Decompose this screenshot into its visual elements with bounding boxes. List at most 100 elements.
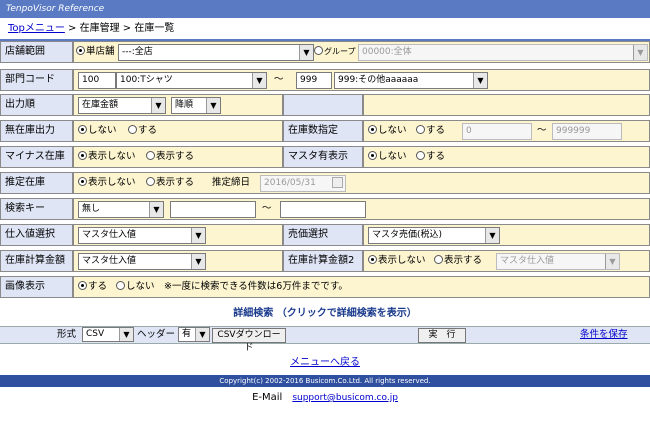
- output-order-blank-label: [283, 94, 363, 116]
- dept-from-code-input[interactable]: 100: [78, 72, 116, 89]
- radio-minus-stock-hide[interactable]: [78, 151, 87, 160]
- chevron-down-icon: ▼: [299, 45, 313, 60]
- chevron-down-icon: ▼: [206, 98, 220, 113]
- radio-stock-qty-no[interactable]: [368, 125, 377, 134]
- stock-amount-select[interactable]: マスタ仕入値 ▼: [78, 253, 206, 270]
- radio-stock-qty-yes[interactable]: [416, 125, 425, 134]
- store-range-value: 単店舗 ---:全店 ▼ グループ 00000:全体 ▼: [73, 41, 650, 63]
- header-select[interactable]: 有 ▼: [178, 327, 210, 342]
- radio-no-stock-no[interactable]: [78, 125, 87, 134]
- store-select[interactable]: ---:全店 ▼: [118, 44, 314, 61]
- stock-qty-tilde: ～: [537, 125, 547, 136]
- minus-stock-label: マイナス在庫: [0, 146, 73, 168]
- stock-qty-to-input[interactable]: 999999: [552, 123, 622, 140]
- chevron-down-icon: ▼: [633, 45, 647, 60]
- radio-image-no[interactable]: [116, 281, 125, 290]
- output-order-value: 在庫金額 ▼ 降順 ▼: [73, 94, 283, 116]
- sort-dir-select[interactable]: 降順 ▼: [171, 97, 221, 114]
- format-select[interactable]: CSV ▼: [82, 327, 134, 342]
- radio-master-exist-no[interactable]: [368, 151, 377, 160]
- no-stock-label: 無在庫出力: [0, 120, 73, 142]
- radio-image-yes[interactable]: [78, 281, 87, 290]
- radio-no-stock-yes[interactable]: [128, 125, 137, 134]
- calendar-icon[interactable]: [332, 177, 343, 188]
- minus-stock-option-show[interactable]: 表示する: [146, 147, 194, 167]
- image-display-value: する しない ※一度に検索できる件数は6万件までです。: [73, 276, 650, 298]
- master-exist-option-yes[interactable]: する: [416, 147, 445, 167]
- menu-back: メニューへ戻る: [0, 353, 650, 368]
- estimated-stock-value: 表示しない 表示する 推定締日 2016/05/31: [73, 172, 650, 194]
- stock-amount2-option-show[interactable]: 表示する: [434, 251, 482, 271]
- dept-to-code-input[interactable]: 999: [296, 72, 332, 89]
- row-price-select: 仕入値選択 マスタ仕入値 ▼ 売価選択 マスタ売価(税込) ▼: [0, 224, 650, 246]
- radio-stock-amount2-hide[interactable]: [368, 255, 377, 264]
- radio-single-store[interactable]: [76, 46, 85, 55]
- email-label: E-Mail: [252, 392, 283, 403]
- purchase-price-select[interactable]: マスタ仕入値 ▼: [78, 227, 206, 244]
- dept-from-select[interactable]: 100:Tシャツ ▼: [116, 72, 267, 89]
- estimated-option-show[interactable]: 表示する: [146, 173, 194, 193]
- row-stock-amount: 在庫計算金額 マスタ仕入値 ▼ 在庫計算金額2 表示しない 表示する マスタ仕入値…: [0, 250, 650, 272]
- sort-field-select[interactable]: 在庫金額 ▼: [78, 97, 166, 114]
- stock-qty-from-input[interactable]: 0: [462, 123, 532, 140]
- app-title: TenpoVisor Reference: [0, 0, 650, 18]
- radio-estimated-hide[interactable]: [78, 177, 87, 186]
- sale-price-label: 売価選択: [283, 224, 363, 246]
- minus-stock-option-hide[interactable]: 表示しない: [78, 147, 136, 167]
- no-stock-option-no[interactable]: しない: [78, 121, 117, 141]
- breadcrumb-sep: >: [119, 23, 135, 34]
- chevron-down-icon: ▼: [191, 228, 205, 243]
- master-exist-option-no[interactable]: しない: [368, 147, 407, 167]
- estimated-option-hide[interactable]: 表示しない: [78, 173, 136, 193]
- radio-master-exist-yes[interactable]: [416, 151, 425, 160]
- dept-to-select[interactable]: 999:その他aaaaaa ▼: [334, 72, 488, 89]
- search-limit-note: ※一度に検索できる件数は6万件までです。: [164, 281, 348, 292]
- group-select[interactable]: 00000:全体 ▼: [358, 44, 648, 61]
- search-key-tilde: ～: [262, 203, 272, 214]
- breadcrumb-top-link[interactable]: Topメニュー: [8, 23, 65, 34]
- no-stock-option-yes[interactable]: する: [128, 121, 157, 141]
- chevron-down-icon: ▼: [191, 254, 205, 269]
- stock-amount2-value: 表示しない 表示する マスタ仕入値 ▼: [363, 250, 650, 272]
- menu-back-link[interactable]: メニューへ戻る: [290, 357, 360, 368]
- group-option[interactable]: グループ: [314, 42, 356, 62]
- stock-amount2-select[interactable]: マスタ仕入値 ▼: [496, 253, 620, 270]
- chevron-down-icon: ▼: [473, 73, 487, 88]
- chevron-down-icon: ▼: [151, 98, 165, 113]
- row-dept-code: 部門コード 100 100:Tシャツ ▼ ～ 999 999:その他aaaaaa ▼: [0, 69, 650, 91]
- estimated-date-label: 推定締日: [212, 177, 251, 188]
- chevron-down-icon: ▼: [485, 228, 499, 243]
- row-search-key: 検索キー 無し ▼ ～: [0, 198, 650, 220]
- radio-stock-amount2-show[interactable]: [434, 255, 443, 264]
- sale-price-select[interactable]: マスタ売価(税込) ▼: [368, 227, 500, 244]
- csv-download-button[interactable]: CSVダウンロード: [212, 328, 286, 353]
- chevron-down-icon: ▼: [119, 328, 133, 341]
- email-line: E-Mail support@busicom.co.jp: [0, 392, 650, 403]
- radio-estimated-show[interactable]: [146, 177, 155, 186]
- single-store-option[interactable]: 単店舗: [76, 42, 115, 62]
- execute-button[interactable]: 実 行: [418, 328, 466, 343]
- image-option-no[interactable]: しない: [116, 277, 155, 297]
- breadcrumb-sep: >: [64, 23, 80, 34]
- search-key-to-input[interactable]: [280, 201, 366, 218]
- store-range-label: 店舗範囲: [0, 41, 73, 63]
- detail-search-toggle[interactable]: 詳細検索 （クリックで詳細検索を表示）: [0, 305, 650, 322]
- header-label: ヘッダー: [137, 329, 176, 340]
- stock-amount2-option-hide[interactable]: 表示しない: [368, 251, 426, 271]
- minus-stock-value: 表示しない 表示する: [73, 146, 283, 168]
- save-condition-link[interactable]: 条件を保存: [580, 327, 628, 343]
- stock-qty-option-no[interactable]: しない: [368, 121, 407, 141]
- stock-qty-value: しない する 0 ～ 999999: [363, 120, 650, 142]
- image-option-yes[interactable]: する: [78, 277, 107, 297]
- email-link[interactable]: support@busicom.co.jp: [292, 393, 398, 403]
- search-key-from-input[interactable]: [170, 201, 256, 218]
- estimated-date-input[interactable]: 2016/05/31: [260, 175, 346, 192]
- radio-group[interactable]: [314, 46, 323, 55]
- stock-qty-option-yes[interactable]: する: [416, 121, 445, 141]
- dept-code-label: 部門コード: [0, 69, 73, 91]
- chevron-down-icon: ▼: [149, 202, 163, 217]
- master-exist-label: マスタ有表示: [283, 146, 363, 168]
- search-key-value: 無し ▼ ～: [73, 198, 650, 220]
- search-key-select[interactable]: 無し ▼: [78, 201, 164, 218]
- radio-minus-stock-show[interactable]: [146, 151, 155, 160]
